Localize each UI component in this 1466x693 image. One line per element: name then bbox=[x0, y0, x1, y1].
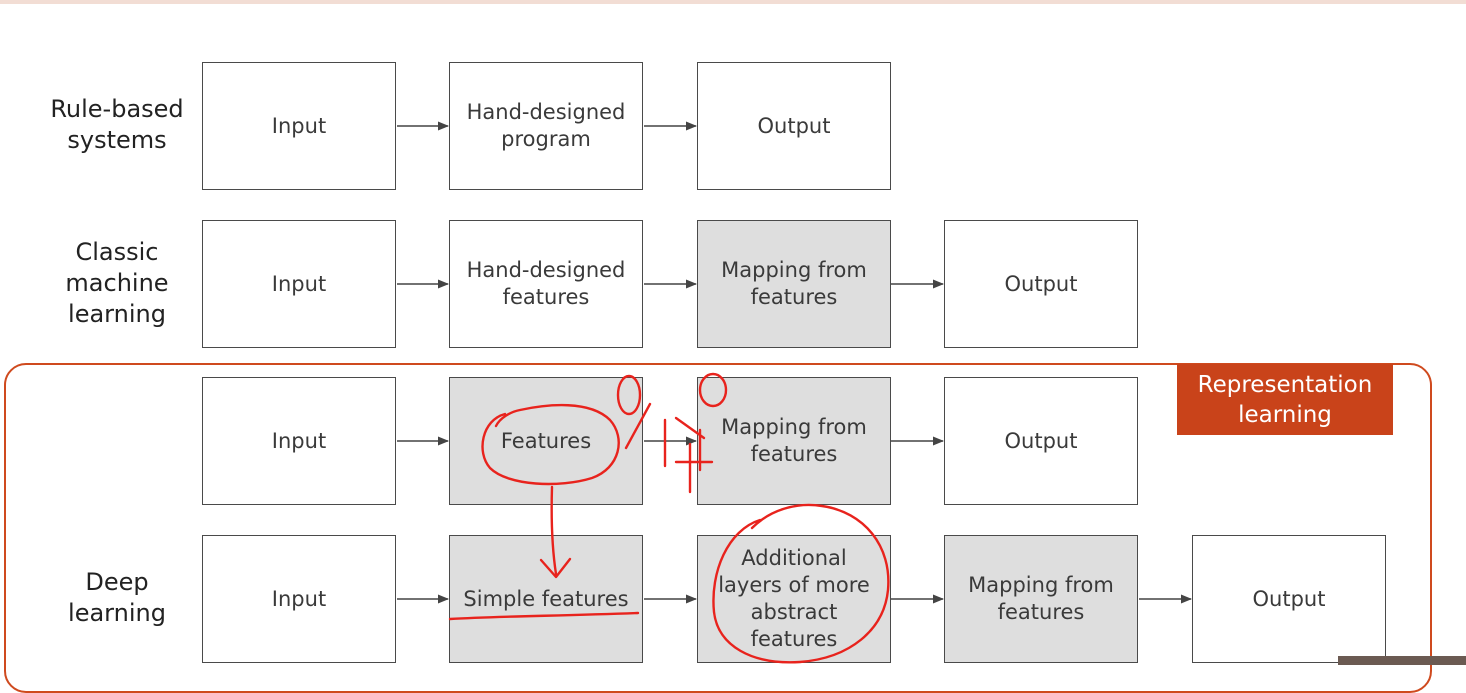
ink-arrow-down bbox=[550, 485, 558, 576]
ink-digit-zero-2 bbox=[698, 372, 728, 408]
connectors-overlay bbox=[397, 121, 1193, 664]
ink-circle-features bbox=[481, 403, 620, 486]
presenter-video-thumbnail bbox=[1338, 656, 1466, 665]
ink-underline bbox=[448, 611, 640, 621]
ink-question-scribble bbox=[674, 416, 714, 494]
ink-digit-zero-1 bbox=[616, 374, 642, 416]
ink-circle-abstract-layers bbox=[712, 503, 890, 664]
